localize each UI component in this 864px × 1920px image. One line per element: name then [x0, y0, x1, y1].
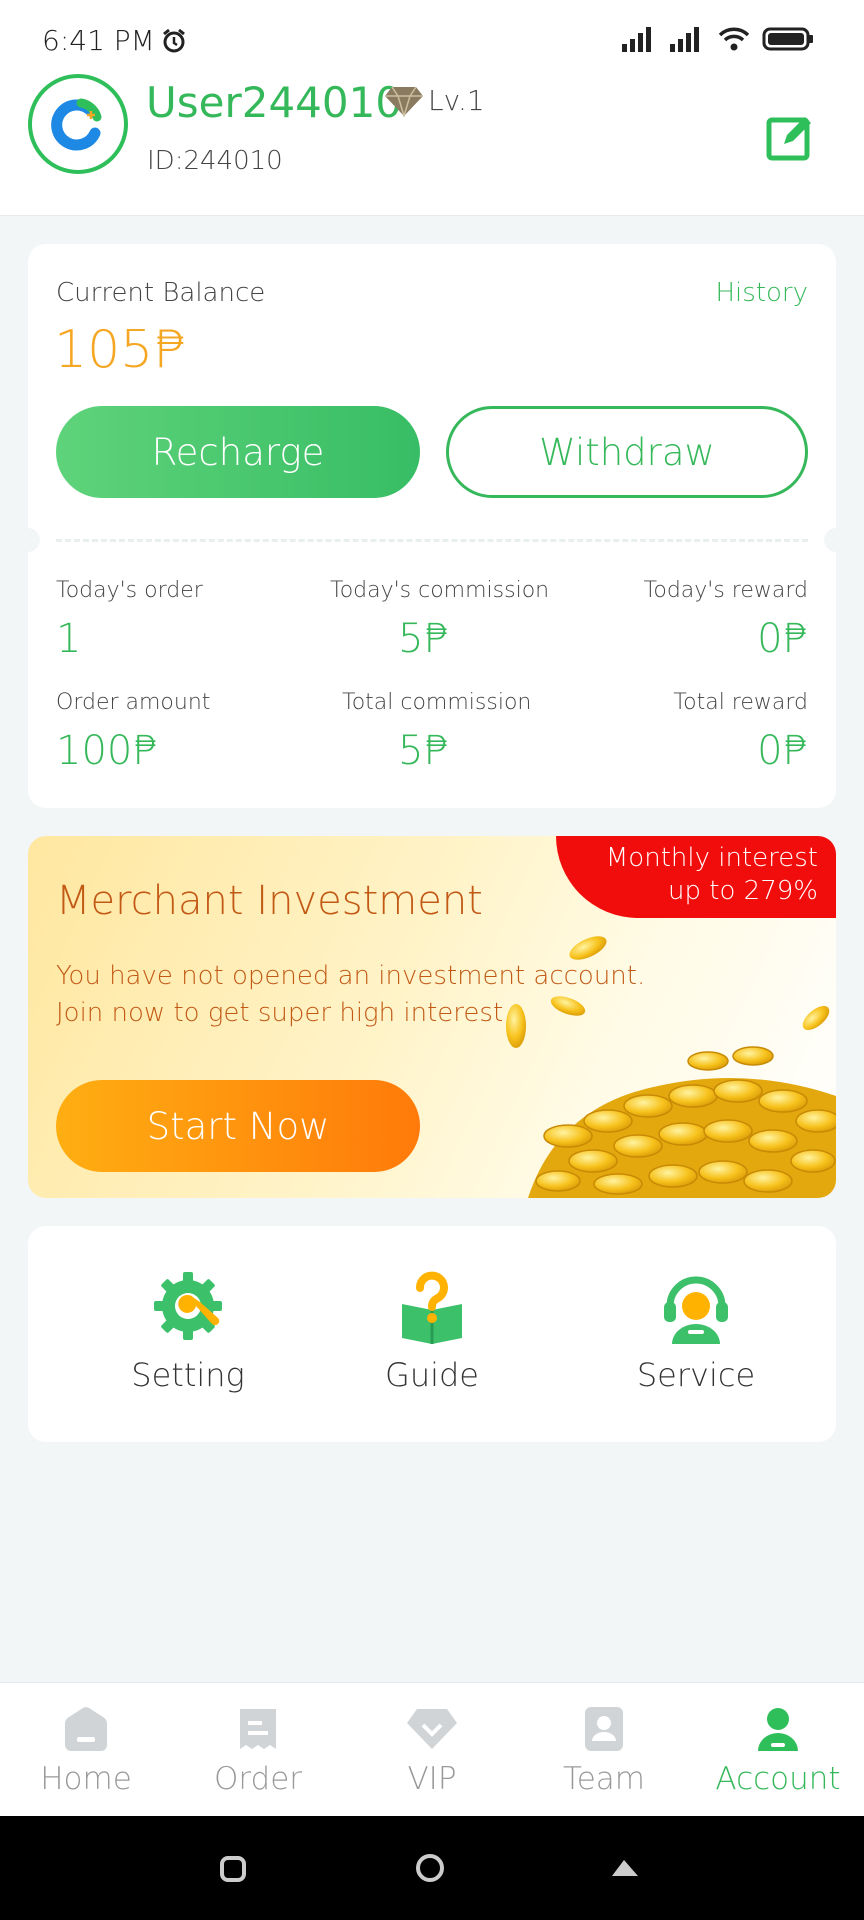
- balance-value: 105₱: [54, 320, 187, 380]
- nav-account[interactable]: Account: [698, 1705, 858, 1797]
- nav-vip[interactable]: VIP: [352, 1705, 512, 1797]
- tools-card: Setting Guide Service: [28, 1226, 836, 1442]
- alarm-icon: [162, 28, 185, 52]
- system-nav-bar: [0, 1816, 864, 1920]
- status-bar: 6:41 PM: [0, 0, 864, 80]
- history-link[interactable]: History: [716, 278, 809, 308]
- divider-notch-left: [16, 528, 40, 552]
- app-logo-icon: [51, 98, 102, 151]
- stat-label: Total reward: [673, 690, 808, 715]
- vip-level: Lv.1: [384, 84, 485, 117]
- stat-label: Order amount: [56, 690, 211, 715]
- nav-team[interactable]: Team: [524, 1705, 684, 1797]
- balance-card: Current Balance History 105₱: [28, 244, 836, 808]
- start-now-button[interactable]: Start Now: [56, 1080, 420, 1172]
- setting-label: Setting: [131, 1356, 245, 1394]
- stat-label: Today's reward: [643, 578, 808, 603]
- stat-label: Today's order: [56, 578, 203, 603]
- gold-coins-icon: [506, 936, 836, 1198]
- stat-label: Total commission: [342, 690, 532, 715]
- signal-icon-2: [670, 27, 699, 52]
- home-system-icon[interactable]: [414, 1852, 446, 1884]
- stat-value: 0₱: [757, 728, 808, 774]
- status-time: 6:41 PM: [42, 24, 187, 57]
- stat-value: 5₱: [398, 728, 449, 774]
- user-id: ID:244010: [147, 146, 283, 176]
- stat-value: 100₱: [56, 728, 158, 774]
- signal-icon: [622, 27, 651, 52]
- investment-title: Merchant Investment: [56, 878, 483, 924]
- question-book-icon: [402, 1271, 462, 1344]
- headset-agent-icon: [664, 1276, 728, 1344]
- diamond-icon: [407, 1709, 457, 1749]
- stat-value: 0₱: [757, 616, 808, 662]
- edit-icon[interactable]: [766, 112, 816, 162]
- recharge-button[interactable]: Recharge: [56, 406, 420, 498]
- wifi-icon: [718, 27, 750, 51]
- battery-icon: [762, 27, 813, 51]
- withdraw-button[interactable]: Withdraw: [446, 406, 808, 498]
- balance-label: Current Balance: [56, 278, 266, 308]
- dashed-divider: [56, 539, 808, 542]
- service-label: Service: [636, 1356, 756, 1394]
- status-icons: [622, 26, 814, 52]
- stat-label: Today's commission: [330, 578, 550, 603]
- diamond-level-icon: [385, 86, 423, 117]
- investment-banner[interactable]: Monthly interest up to 279% Merchant Inv…: [28, 836, 836, 1198]
- username: User244010: [146, 78, 403, 127]
- interest-ribbon: Monthly interest up to 279%: [556, 836, 836, 918]
- receipt-icon: [240, 1709, 276, 1749]
- back-icon[interactable]: [608, 1854, 642, 1882]
- stat-value: 1: [56, 616, 82, 662]
- recent-apps-icon[interactable]: [218, 1854, 248, 1884]
- bottom-nav: Home Order VIP Team Account: [0, 1682, 864, 1816]
- user-icon: [758, 1708, 798, 1751]
- team-card-icon: [585, 1707, 623, 1751]
- guide-button[interactable]: Guide: [332, 1268, 532, 1394]
- avatar[interactable]: [28, 74, 128, 174]
- nav-order[interactable]: Order: [178, 1705, 338, 1797]
- divider-notch-right: [824, 528, 848, 552]
- service-button[interactable]: Service: [596, 1268, 796, 1394]
- setting-button[interactable]: Setting: [88, 1268, 288, 1394]
- gear-wrench-icon: [154, 1272, 222, 1340]
- stat-value: 5₱: [398, 616, 449, 662]
- guide-label: Guide: [385, 1356, 479, 1394]
- home-icon: [65, 1707, 107, 1751]
- nav-home[interactable]: Home: [6, 1705, 166, 1797]
